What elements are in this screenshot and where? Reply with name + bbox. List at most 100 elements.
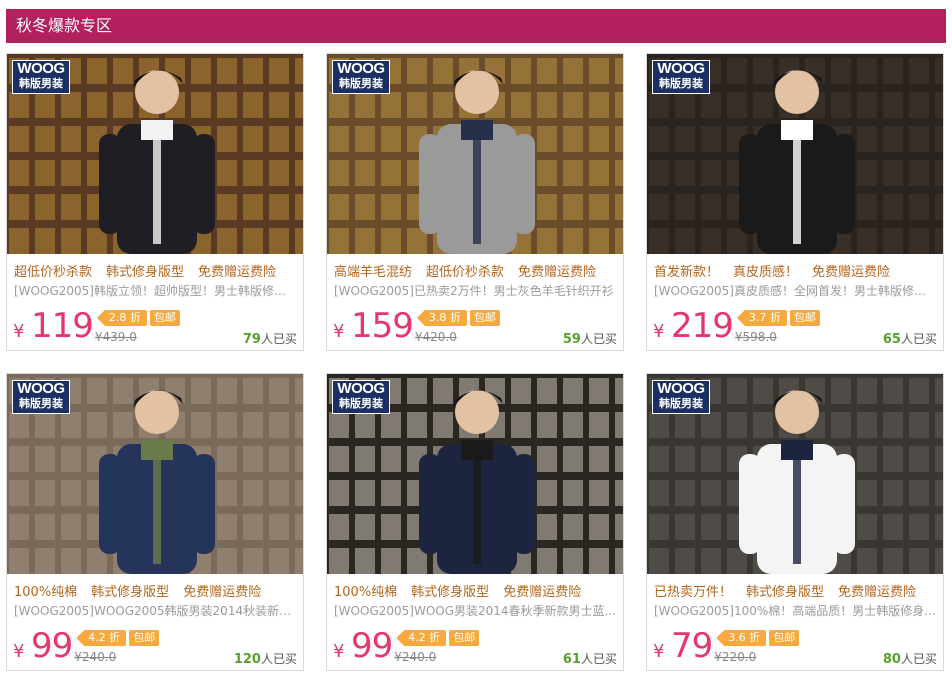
wall-pattern (701, 126, 721, 152)
wall-pattern (381, 92, 401, 118)
discount-badge: 3.6 折 (716, 630, 767, 646)
wall-pattern (909, 548, 929, 574)
product-title[interactable]: [WOOG2005]100%棉！高端品质！男士韩版修身... (654, 602, 937, 618)
wall-pattern (935, 228, 943, 254)
wall-pattern (563, 160, 583, 186)
free-shipping-badge: 包邮 (469, 310, 500, 326)
wall-pattern (857, 548, 877, 574)
wall-pattern (433, 378, 453, 404)
wall-pattern (909, 480, 929, 506)
sale-price: 99 (351, 626, 393, 666)
wall-pattern (883, 446, 903, 472)
wall-pattern (537, 412, 557, 438)
sold-suffix: 人已买 (260, 332, 297, 346)
wall-pattern (35, 412, 55, 438)
wall-pattern (87, 58, 107, 84)
wall-pattern (563, 446, 583, 472)
product-photo[interactable]: WOOG 韩版男装 (327, 374, 623, 574)
product-photo[interactable]: WOOG 韩版男装 (327, 54, 623, 254)
sold-number: 80 (882, 652, 901, 667)
wall-pattern (113, 58, 133, 84)
wall-pattern (217, 126, 237, 152)
wall-pattern (295, 160, 303, 186)
wall-pattern (909, 160, 929, 186)
brand-subtitle: 韩版男装 (339, 77, 383, 90)
feature-tag: 免费赠运费险 (812, 265, 891, 279)
feature-tag: 韩式修身版型 (411, 585, 490, 599)
wall-pattern (909, 228, 929, 254)
feature-tag: 韩式修身版型 (106, 265, 185, 279)
wall-pattern (355, 412, 375, 438)
product-title[interactable]: [WOOG2005]韩版立领！超帅版型！男士韩版修身... (14, 282, 297, 298)
wall-pattern (537, 194, 557, 220)
wall-pattern (537, 228, 557, 254)
product-card[interactable]: WOOG 韩版男装 100%纯棉 韩式修身版型 免费赠运费险 [WOOG2005]W… (6, 373, 304, 671)
wall-pattern (269, 228, 289, 254)
wall-pattern (649, 514, 669, 540)
product-photo[interactable]: WOOG 韩版男装 (7, 374, 303, 574)
wall-pattern (935, 480, 943, 506)
wall-pattern (269, 378, 289, 404)
feature-tag: 韩式修身版型 (746, 585, 825, 599)
discount-badge: 2.8 折 (96, 310, 147, 326)
wall-pattern (589, 92, 609, 118)
wall-pattern (935, 378, 943, 404)
wall-pattern (113, 92, 133, 118)
wall-pattern (511, 92, 531, 118)
wall-pattern (831, 92, 851, 118)
wall-pattern (563, 514, 583, 540)
sale-price: 219 (671, 306, 734, 346)
product-card[interactable]: WOOG 韩版男装 高端羊毛混纺 超低价秒杀款 免费赠运费险 [WOOG2005]已… (326, 53, 624, 351)
product-title[interactable]: [WOOG2005]WOOG男装2014春秋季新款男士蓝... (334, 602, 617, 618)
product-card[interactable]: WOOG 韩版男装 超低价秒杀款 韩式修身版型 免费赠运费险 [WOOG2005]韩… (6, 53, 304, 351)
wall-pattern (329, 194, 349, 220)
wall-pattern (243, 194, 263, 220)
wall-pattern (537, 92, 557, 118)
price-row: ¥ 219 3.7 折 包邮 ¥598.0 65人已买 (653, 304, 937, 348)
product-photo[interactable]: WOOG 韩版男装 (647, 54, 943, 254)
free-shipping-badge: 包邮 (129, 630, 160, 646)
model-left-arm (99, 454, 121, 554)
wall-pattern (243, 480, 263, 506)
model-right-arm (833, 454, 855, 554)
wall-pattern (883, 480, 903, 506)
product-card[interactable]: WOOG 韩版男装 100%纯棉 韩式修身版型 免费赠运费险 [WOOG2005]W… (326, 373, 624, 671)
product-title[interactable]: [WOOG2005]WOOG2005韩版男装2014秋装新款... (14, 602, 297, 618)
feature-tag: 真皮质感！ (733, 265, 799, 279)
brand-badge: WOOG 韩版男装 (652, 380, 710, 414)
product-photo[interactable]: WOOG 韩版男装 (7, 54, 303, 254)
wall-pattern (295, 548, 303, 574)
brand-subtitle: 韩版男装 (19, 77, 63, 90)
wall-pattern (9, 228, 29, 254)
wall-pattern (329, 412, 349, 438)
wall-pattern (883, 412, 903, 438)
wall-pattern (269, 126, 289, 152)
wall-pattern (511, 412, 531, 438)
wall-pattern (381, 126, 401, 152)
model-placket (793, 134, 801, 244)
wall-pattern (857, 446, 877, 472)
wall-pattern (9, 514, 29, 540)
model-left-arm (739, 134, 761, 234)
wall-pattern (589, 160, 609, 186)
product-title[interactable]: [WOOG2005]已热卖2万件！男士灰色羊毛针织开衫 (334, 282, 617, 298)
feature-tag: 超低价秒杀款 (426, 265, 505, 279)
wall-pattern (61, 92, 81, 118)
product-title[interactable]: [WOOG2005]真皮质感！全网首发！男士韩版修身... (654, 282, 937, 298)
wall-pattern (243, 160, 263, 186)
product-card[interactable]: WOOG 韩版男装 已热卖万件！ 韩式修身版型 免费赠运费险 [WOOG2005]1… (646, 373, 944, 671)
product-card[interactable]: WOOG 韩版男装 首发新款！ 真皮质感！ 免费赠运费险 [WOOG2005]真皮质… (646, 53, 944, 351)
wall-pattern (701, 446, 721, 472)
wall-pattern (355, 92, 375, 118)
wall-pattern (295, 378, 303, 404)
wall-pattern (9, 126, 29, 152)
wall-pattern (191, 92, 211, 118)
brand-name: WOOG (337, 60, 385, 77)
wall-pattern (909, 92, 929, 118)
wall-pattern (649, 446, 669, 472)
wall-pattern (381, 548, 401, 574)
product-photo[interactable]: WOOG 韩版男装 (647, 374, 943, 574)
price-row: ¥ 79 3.6 折 包邮 ¥220.0 80人已买 (653, 624, 937, 668)
brand-subtitle: 韩版男装 (659, 397, 703, 410)
wall-pattern (295, 194, 303, 220)
